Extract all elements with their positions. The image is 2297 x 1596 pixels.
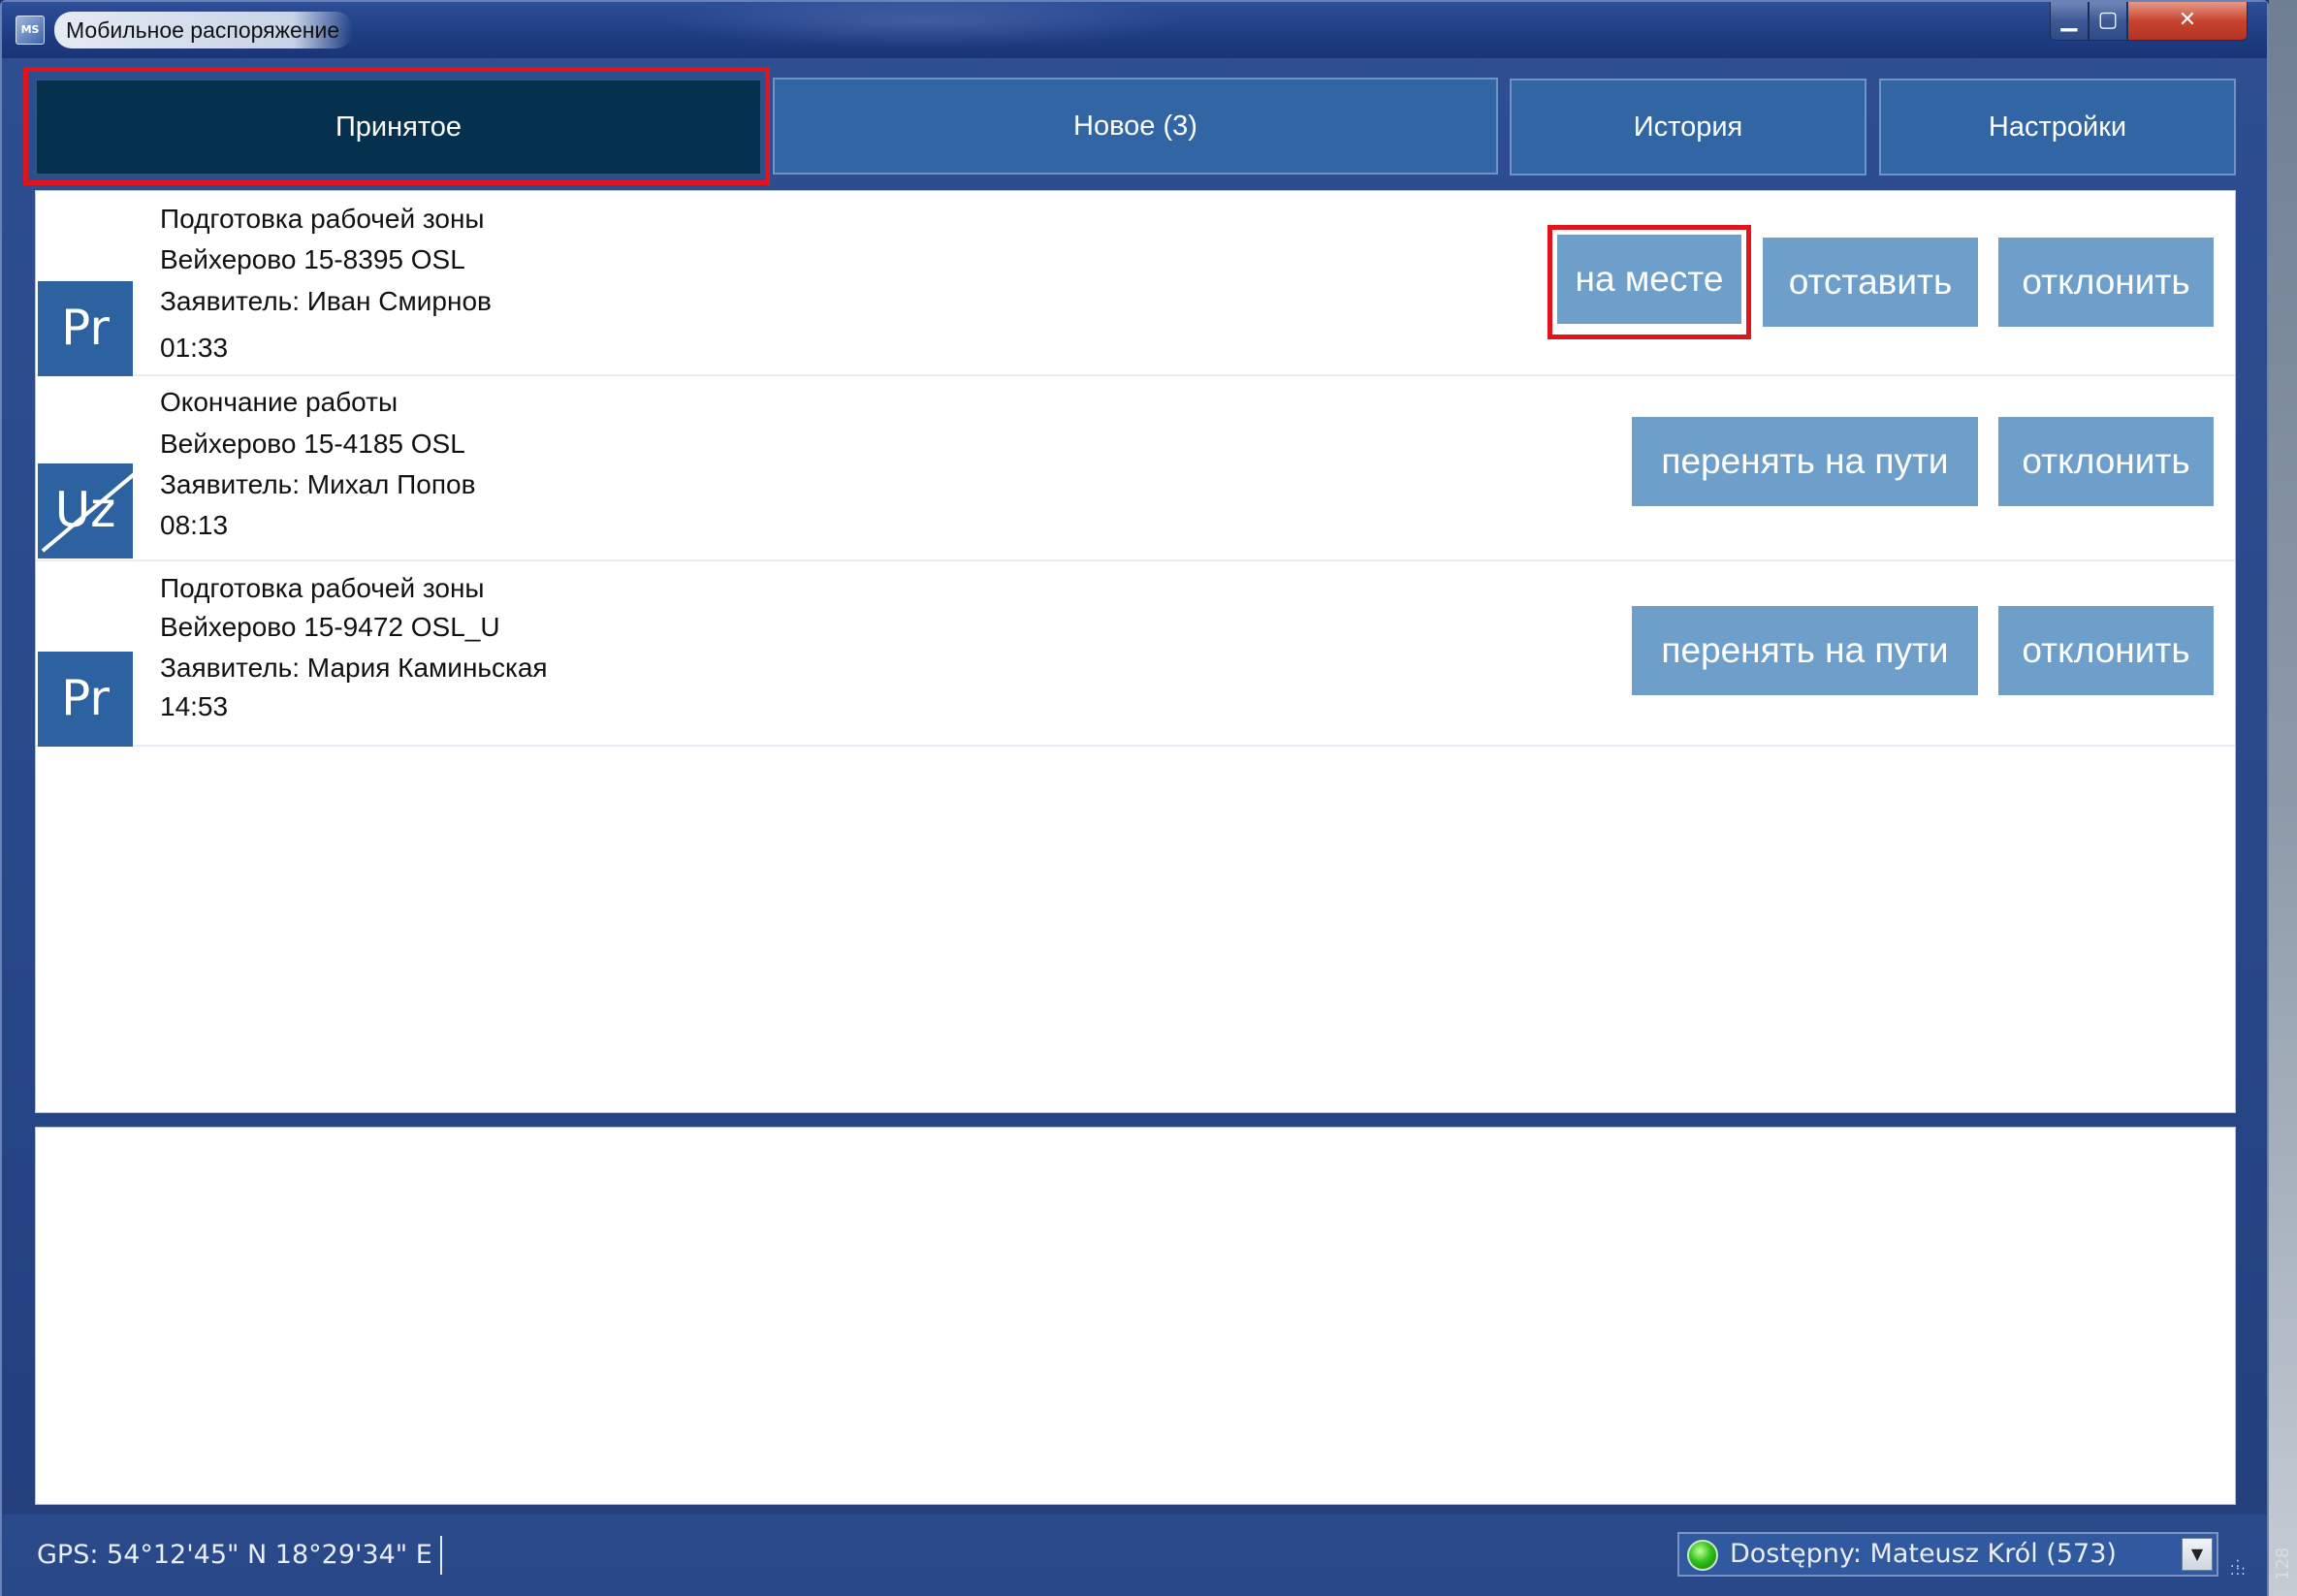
message-panel[interactable]: [35, 1127, 2236, 1505]
maximize-button[interactable]: ▢: [2089, 2, 2127, 41]
window-title: Мобильное распоряжение: [54, 12, 354, 48]
order-location: Вейхерово 15-4185 OSL: [160, 429, 465, 459]
order-time: 01:33: [160, 333, 229, 363]
take-over-en-route-button[interactable]: перенять на пути: [1632, 606, 1978, 695]
resize-grip-icon[interactable]: .:.::: [2230, 1556, 2253, 1582]
tab-history[interactable]: История: [1510, 79, 1866, 176]
title-bar[interactable]: MS Мобильное распоряжение ▁ ▢ ✕: [2, 2, 2267, 58]
order-time: 14:53: [160, 691, 229, 721]
order-title: Окончание работы: [160, 387, 399, 417]
user-status-select[interactable]: Dostępny: Mateusz Król (573) ▼: [1677, 1532, 2218, 1577]
take-over-en-route-button[interactable]: перенять на пути: [1632, 417, 1978, 506]
order-row: Uz Окончание работы Вейхерово 15-4185 OS…: [36, 376, 2235, 561]
status-bar: GPS: 54°12'45" N 18°29'34" E Dostępny: M…: [2, 1515, 2267, 1596]
minimize-icon: ▁: [2060, 8, 2078, 32]
desktop-background: [2269, 0, 2297, 1596]
order-requester: Заявитель: Мария Каминьская: [160, 653, 548, 683]
order-row: Pr Подготовка рабочей зоны Вейхерово 15-…: [36, 561, 2235, 747]
postpone-button[interactable]: отставить: [1763, 238, 1978, 327]
tab-accepted[interactable]: Принятое: [35, 79, 762, 176]
order-requester: Заявитель: Михал Попов: [160, 469, 476, 499]
reject-button[interactable]: отклонить: [1998, 417, 2214, 506]
reject-button[interactable]: отклонить: [1998, 238, 2214, 327]
order-type-badge: Pr: [38, 281, 133, 376]
maximize-icon: ▢: [2097, 8, 2119, 32]
window-controls: ▁ ▢ ✕: [2050, 2, 2248, 41]
minimize-button[interactable]: ▁: [2050, 2, 2089, 41]
status-available-icon: [1687, 1540, 1718, 1571]
close-icon: ✕: [2178, 8, 2197, 32]
tab-settings[interactable]: Настройки: [1879, 79, 2236, 176]
chevron-down-icon[interactable]: ▼: [2182, 1538, 2213, 1571]
order-type-badge: Uz: [38, 463, 133, 559]
orders-list: Pr Подготовка рабочей зоны Вейхерово 15-…: [35, 190, 2236, 1113]
order-requester: Заявитель: Иван Смирнов: [160, 286, 492, 316]
tab-new[interactable]: Новое (3): [773, 78, 1498, 175]
close-button[interactable]: ✕: [2127, 2, 2248, 41]
order-title: Подготовка рабочей зоны: [160, 573, 485, 603]
figure-number: 128: [2273, 1547, 2293, 1581]
reject-button[interactable]: отклонить: [1998, 606, 2214, 695]
order-title: Подготовка рабочей зоны: [160, 204, 485, 234]
gps-coordinates: GPS: 54°12'45" N 18°29'34" E: [37, 1536, 442, 1575]
order-location: Вейхерово 15-9472 OSL_U: [160, 612, 500, 642]
order-row: Pr Подготовка рабочей зоны Вейхерово 15-…: [36, 191, 2235, 376]
app-logo-icon: MS: [16, 16, 45, 45]
app-window: MS Мобильное распоряжение ▁ ▢ ✕ Принятое…: [0, 0, 2269, 1596]
order-time: 08:13: [160, 510, 229, 540]
order-location: Вейхерово 15-8395 OSL: [160, 244, 465, 274]
user-status-label: Dostępny: Mateusz Król (573): [1730, 1539, 2117, 1569]
order-type-badge: Pr: [38, 652, 133, 747]
on-site-button[interactable]: на месте: [1557, 235, 1741, 324]
